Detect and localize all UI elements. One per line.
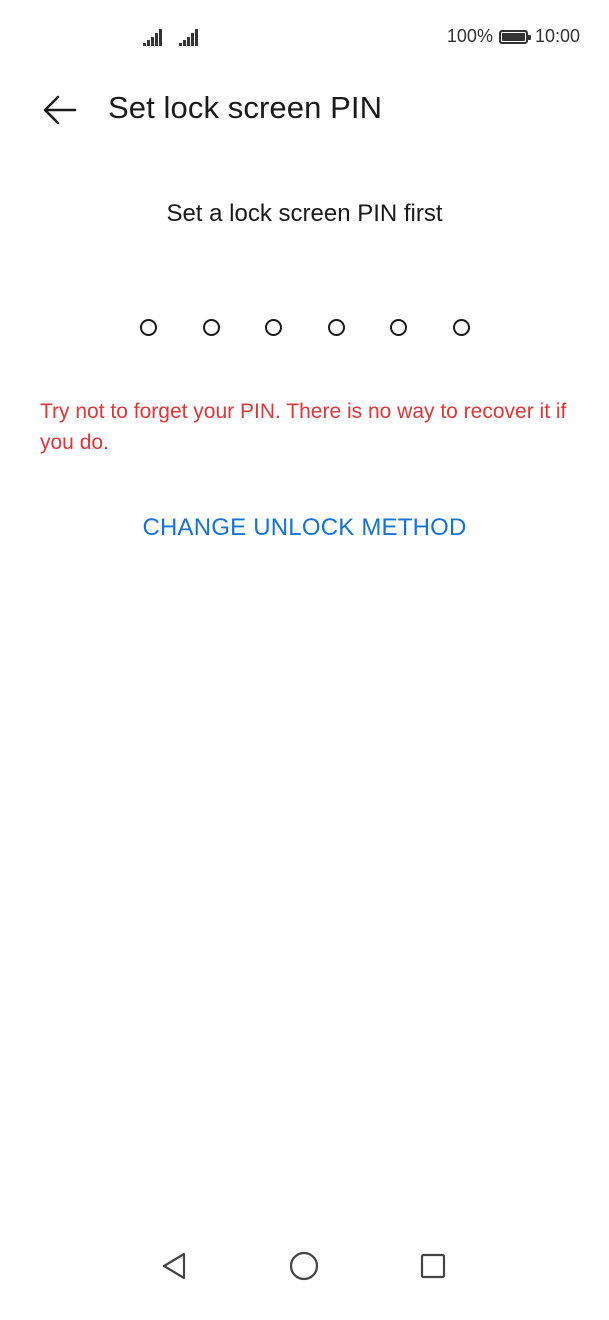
pin-digit-indicator xyxy=(140,319,157,336)
status-bar: 100% 10:00 xyxy=(0,0,609,76)
pin-digit-indicator xyxy=(327,319,345,336)
app-bar: Set lock screen PIN xyxy=(0,80,609,140)
back-arrow-icon xyxy=(43,95,77,125)
battery-percent: 100% xyxy=(446,26,493,46)
change-unlock-method-button[interactable]: CHANGE UNLOCK METHOD xyxy=(0,514,609,542)
nav-home-button[interactable] xyxy=(280,1248,328,1284)
signal-strength-icon xyxy=(179,29,199,46)
page-title: Set lock screen PIN xyxy=(108,90,383,125)
signal-strength-icon xyxy=(143,29,163,46)
back-button[interactable] xyxy=(36,88,84,132)
nav-back-button[interactable] xyxy=(150,1248,198,1284)
status-right: 100% 10:00 xyxy=(447,26,580,47)
pin-digit-indicator xyxy=(202,319,220,336)
pin-digit-indicator xyxy=(452,319,470,336)
pin-warning-text: Try not to forget your PIN. There is no … xyxy=(40,400,567,454)
pin-prompt: Set a lock screen PIN first xyxy=(166,200,443,227)
pin-digit-indicator xyxy=(265,319,283,336)
clock: 10:00 xyxy=(534,26,580,46)
nav-recents-button[interactable] xyxy=(409,1248,457,1284)
battery-full-icon xyxy=(498,29,531,44)
recents-square-icon xyxy=(420,1253,446,1279)
signal-group xyxy=(143,29,199,46)
home-circle-icon xyxy=(289,1251,319,1281)
pin-digit-indicator xyxy=(390,319,408,336)
navigation-bar xyxy=(0,1230,609,1320)
back-triangle-icon xyxy=(162,1252,186,1280)
pin-entry-field[interactable] xyxy=(140,316,470,340)
